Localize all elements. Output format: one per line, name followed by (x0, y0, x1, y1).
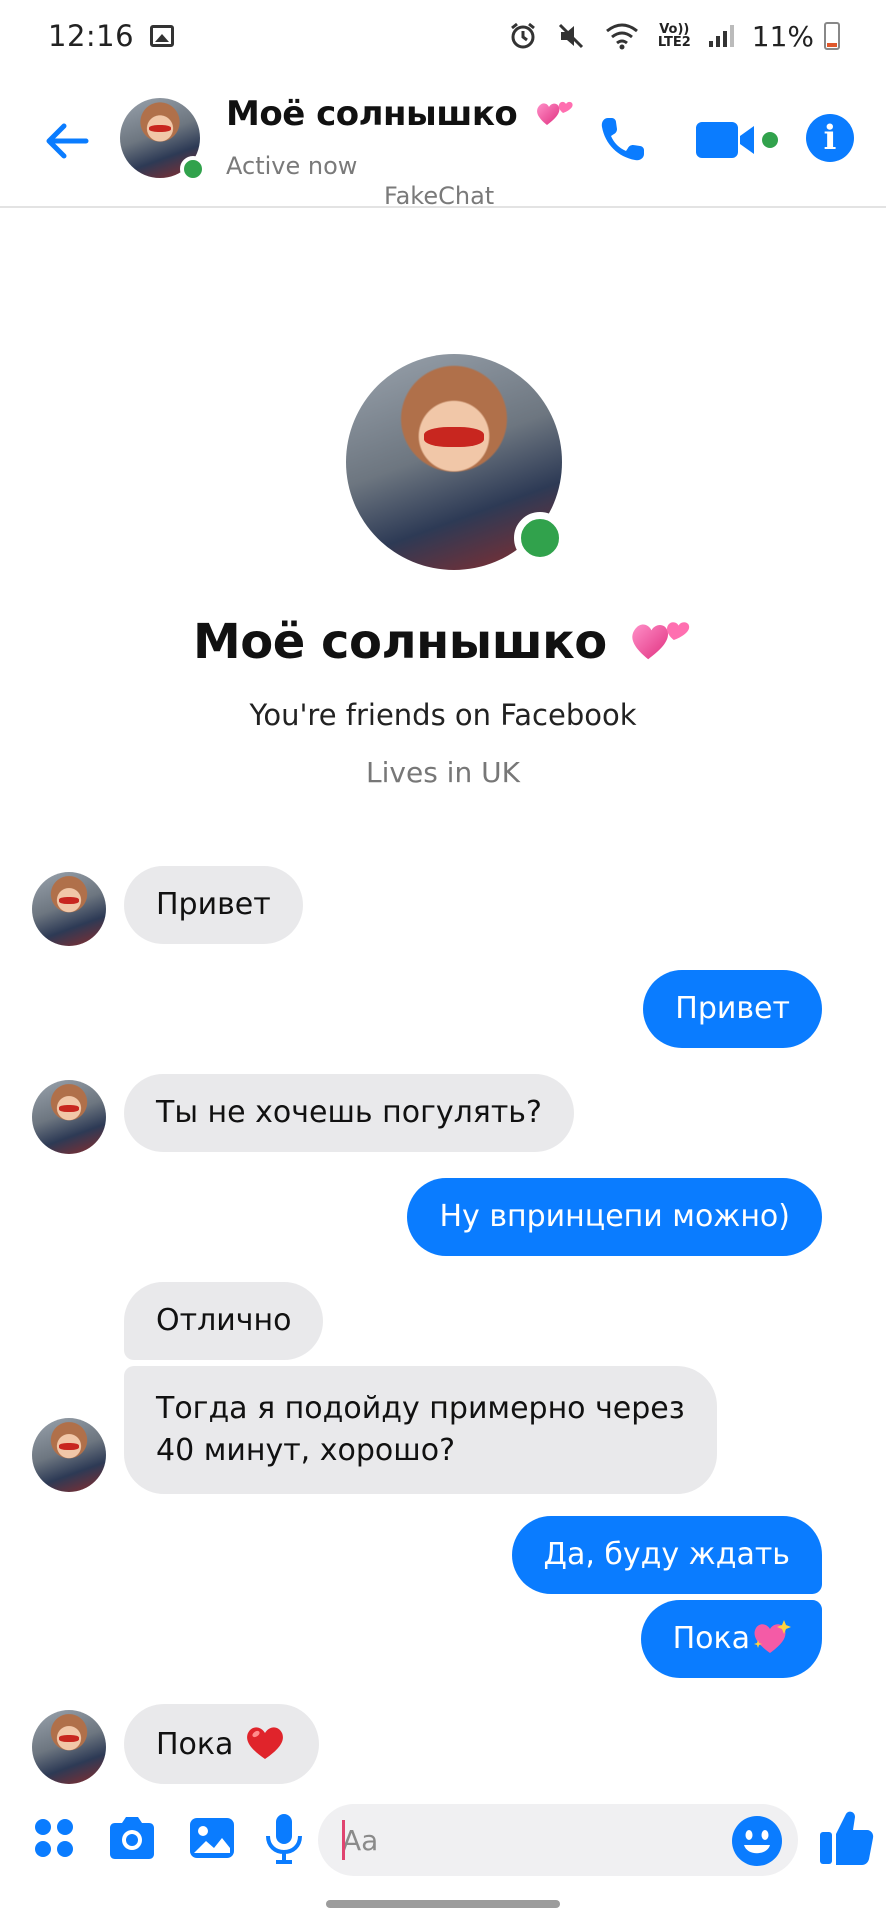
message-incoming-multiline[interactable]: Тогда я подойду примерно через 40 минут,… (124, 1366, 717, 1494)
text-cursor (342, 1820, 345, 1860)
sender-avatar[interactable] (32, 872, 106, 946)
active-status: Active now (226, 152, 358, 180)
message-text: Пока (156, 1727, 234, 1762)
network-type: Vo)) LTE2 (658, 23, 691, 49)
message-composer (0, 1790, 886, 1890)
header-avatar[interactable] (120, 98, 206, 182)
camera-icon[interactable] (104, 1810, 160, 1866)
profile-location: Lives in UK (366, 756, 520, 789)
alarm-icon (510, 22, 535, 49)
microphone-icon[interactable] (256, 1810, 312, 1866)
avatar (32, 1710, 106, 1784)
avatar (32, 1080, 106, 1154)
message-incoming[interactable]: Привет (124, 866, 303, 944)
video-camera-icon[interactable] (696, 114, 782, 166)
message-line: 40 минут, хорошо? (156, 1433, 455, 1468)
contact-name-row[interactable]: Моё солнышко (226, 94, 575, 134)
status-time: 12:16 (48, 19, 135, 53)
message-outgoing[interactable]: Да, буду ждать (511, 1516, 822, 1594)
avatar (32, 872, 106, 946)
battery-percent: 11% (751, 19, 814, 53)
watermark: FakeChat (384, 182, 495, 210)
battery-icon (824, 22, 840, 50)
signal-icon (708, 25, 734, 47)
apps-grid-icon[interactable] (26, 1810, 82, 1866)
online-indicator (180, 156, 206, 182)
two-hearts-icon (632, 622, 690, 660)
mute-icon (558, 23, 583, 49)
lte-label: LTE2 (657, 35, 691, 50)
message-input[interactable] (318, 1804, 798, 1876)
phone-icon[interactable] (594, 112, 650, 168)
gallery-notification-icon (150, 25, 175, 47)
back-arrow-icon[interactable] (40, 114, 94, 168)
thumbs-up-icon[interactable] (818, 1808, 874, 1868)
wifi-icon (605, 23, 638, 50)
status-bar: 12:16 Vo)) LTE2 11% (0, 0, 886, 72)
message-incoming[interactable]: Отлично (124, 1282, 324, 1360)
sender-avatar[interactable] (32, 1418, 106, 1492)
message-incoming[interactable]: Ты не хочешь погулять? (124, 1074, 574, 1152)
profile-avatar[interactable] (346, 354, 566, 570)
message-outgoing[interactable]: Привет (643, 970, 822, 1048)
red-heart-icon (247, 1727, 283, 1759)
message-text: Пока (672, 1621, 750, 1656)
sparkling-heart-icon (754, 1620, 791, 1653)
two-hearts-icon (536, 101, 573, 125)
sender-avatar[interactable] (32, 1080, 106, 1154)
contact-name: Моё солнышко (226, 94, 518, 134)
friends-status: You're friends on Facebook (249, 698, 637, 732)
emoji-icon[interactable] (730, 1814, 784, 1868)
home-indicator[interactable] (326, 1900, 560, 1908)
chat-header: Моё солнышко Active now FakeChat i (0, 72, 886, 210)
profile-name-row: Моё солнышко (0, 614, 886, 670)
profile-online-indicator (514, 512, 566, 564)
avatar (32, 1418, 106, 1492)
profile-name: Моё солнышко (193, 614, 607, 670)
info-icon[interactable]: i (806, 114, 854, 162)
status-indicators: Vo)) LTE2 11% (508, 20, 840, 53)
gallery-icon[interactable] (184, 1810, 240, 1866)
message-line: Тогда я подойду примерно через (156, 1391, 685, 1426)
sender-avatar[interactable] (32, 1710, 106, 1784)
message-incoming-with-emoji[interactable]: Пока (124, 1704, 319, 1784)
message-outgoing-with-emoji[interactable]: Пока (640, 1600, 822, 1678)
message-outgoing[interactable]: Ну впринцепи можно) (407, 1178, 822, 1256)
